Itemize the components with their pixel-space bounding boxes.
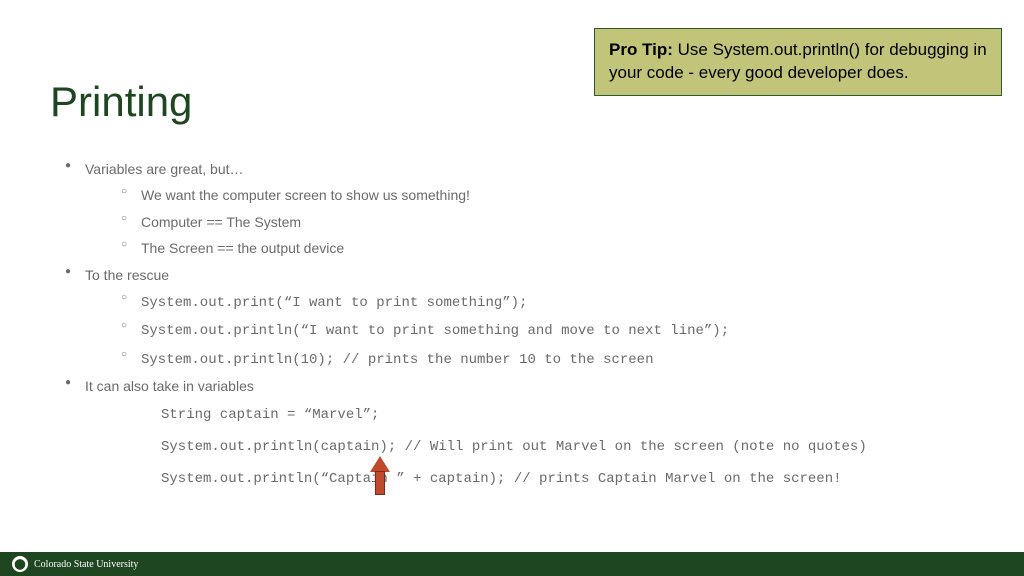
code-block: String captain = “Marvel”; System.out.pr… bbox=[85, 404, 985, 491]
slide-content: Variables are great, but… We want the co… bbox=[65, 158, 985, 501]
code-line: System.out.println(captain); // Will pri… bbox=[161, 436, 985, 458]
footer-bar: ⬤ Colorado State University bbox=[0, 552, 1024, 576]
footer-org: Colorado State University bbox=[34, 559, 138, 570]
sub-bullet: System.out.println(10); // prints the nu… bbox=[85, 347, 985, 371]
sub-bullet: System.out.println(“I want to print some… bbox=[85, 318, 985, 342]
arrow-icon bbox=[371, 456, 389, 494]
sub-bullet: We want the computer screen to show us s… bbox=[85, 184, 985, 206]
code-line: System.out.println(“Captain ” + captain)… bbox=[161, 468, 985, 490]
university-logo-icon: ⬤ bbox=[12, 556, 28, 572]
code-line: String captain = “Marvel”; bbox=[161, 404, 985, 426]
sub-bullet: Computer == The System bbox=[85, 211, 985, 233]
bullet-text: To the rescue bbox=[85, 267, 169, 283]
sub-bullet: The Screen == the output device bbox=[85, 237, 985, 259]
bullet-text: It can also take in variables bbox=[85, 378, 254, 394]
sub-bullet: System.out.print(“I want to print someth… bbox=[85, 290, 985, 314]
pro-tip-callout: Pro Tip: Use System.out.println() for de… bbox=[594, 28, 1002, 96]
bullet-text: Variables are great, but… bbox=[85, 161, 244, 177]
slide-title: Printing bbox=[50, 78, 192, 126]
pro-tip-label: Pro Tip: bbox=[609, 40, 673, 59]
